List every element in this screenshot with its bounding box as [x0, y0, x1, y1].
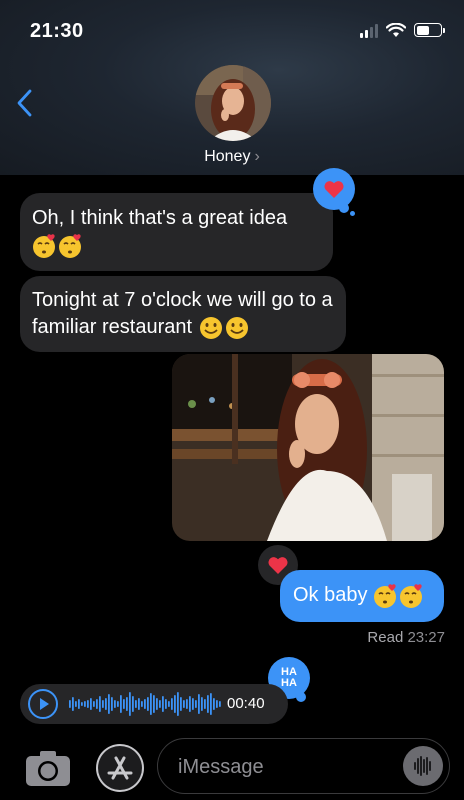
read-label: Read [367, 629, 404, 646]
waveform-bar [213, 698, 215, 710]
message-bubble-received[interactable]: Tonight at 7 o'clock we will go to a fam… [20, 276, 346, 352]
contact-name: Honey [204, 148, 251, 165]
waveform-bar [84, 701, 86, 707]
cellular-signal-icon [360, 22, 378, 38]
message-bubble-received[interactable]: Oh, I think that's a great idea [20, 193, 333, 271]
waveform-bar [216, 700, 218, 708]
voice-message-button[interactable] [403, 746, 443, 786]
message-input[interactable] [176, 752, 400, 782]
waveform-bar [150, 693, 152, 715]
waveform-bar [189, 696, 191, 712]
tapback-tail [339, 203, 349, 213]
status-time: 21:30 [30, 20, 84, 42]
waveform-bar [165, 699, 167, 709]
waveform-bar [195, 700, 197, 708]
waveform-bar [219, 701, 221, 707]
read-receipt: Read 23:27 [367, 629, 445, 646]
microphone-waveform-icon [414, 756, 431, 776]
waveform-bar [156, 698, 158, 710]
waveform-bar [78, 699, 80, 709]
kiss-emoji [399, 583, 425, 609]
waveform-bar [174, 695, 176, 713]
waveform-bar [180, 697, 182, 711]
tapback-heart[interactable] [313, 168, 355, 210]
waveform-bar [159, 700, 161, 708]
waveform-bar [198, 694, 200, 714]
waveform-bar [117, 701, 119, 707]
message-text: Ok baby [293, 584, 368, 606]
status-icons [360, 22, 445, 38]
audio-message[interactable]: 00:40 [20, 684, 288, 724]
app-store-icon [98, 746, 142, 790]
message-text: Tonight at 7 o'clock we will go to a fam… [32, 289, 333, 338]
waveform-bar [96, 699, 98, 709]
chevron-right-icon: › [254, 148, 260, 165]
message-bubble-sent[interactable]: Ok baby [280, 570, 444, 622]
waveform-bar [69, 700, 71, 708]
waveform-bar [108, 694, 110, 714]
waveform-bar [90, 698, 92, 710]
contact-avatar[interactable] [195, 65, 271, 141]
tapback-tail [296, 692, 306, 702]
smile-emoji [198, 315, 224, 341]
waveform-bar [192, 698, 194, 710]
waveform-bar [168, 701, 170, 707]
kiss-emoji [373, 583, 399, 609]
back-chevron-icon[interactable] [14, 88, 38, 118]
waveform-bar [144, 699, 146, 709]
waveform-bar [99, 696, 101, 712]
smile-emoji [224, 315, 250, 341]
wifi-icon [386, 22, 406, 37]
app-store-button[interactable] [96, 744, 144, 792]
waveform-bar [153, 695, 155, 713]
waveform-bar [120, 695, 122, 713]
audio-duration: 00:40 [227, 695, 265, 712]
waveform-bar [162, 696, 164, 712]
waveform-bar [147, 697, 149, 711]
battery-icon [414, 23, 445, 37]
waveform-bar [132, 696, 134, 712]
audio-waveform [69, 692, 221, 716]
waveform-bar [126, 697, 128, 711]
waveform-bar [75, 701, 77, 707]
waveform-bar [87, 700, 89, 708]
waveform-bar [207, 695, 209, 713]
waveform-bar [171, 698, 173, 710]
message-input-field[interactable] [157, 738, 450, 794]
waveform-bar [138, 698, 140, 710]
waveform-bar [93, 701, 95, 707]
waveform-bar [186, 699, 188, 709]
conversation-header: 21:30 Honey › [0, 0, 464, 175]
tapback-tail [350, 211, 355, 216]
waveform-bar [135, 700, 137, 708]
waveform-bar [81, 702, 83, 706]
play-icon [40, 698, 49, 710]
photo-message[interactable] [172, 354, 444, 541]
composer-bar [0, 732, 464, 800]
waveform-bar [102, 700, 104, 708]
camera-icon[interactable] [24, 748, 74, 788]
play-button[interactable] [28, 689, 58, 719]
message-text: Oh, I think that's a great idea [32, 207, 288, 229]
kiss-emoji [32, 233, 58, 259]
heart-icon [268, 557, 288, 574]
waveform-bar [111, 697, 113, 711]
waveform-bar [201, 697, 203, 711]
kiss-emoji [58, 233, 84, 259]
read-time: 23:27 [407, 629, 445, 646]
waveform-bar [72, 697, 74, 711]
contact-name-button[interactable]: Honey › [0, 148, 464, 166]
heart-icon [324, 181, 344, 198]
waveform-bar [123, 699, 125, 709]
waveform-bar [129, 692, 131, 716]
waveform-bar [177, 692, 179, 716]
haha-icon-bottom: HA [281, 677, 297, 689]
waveform-bar [210, 693, 212, 715]
waveform-bar [204, 699, 206, 709]
waveform-bar [183, 700, 185, 708]
waveform-bar [105, 698, 107, 710]
waveform-bar [114, 700, 116, 708]
waveform-bar [141, 701, 143, 707]
